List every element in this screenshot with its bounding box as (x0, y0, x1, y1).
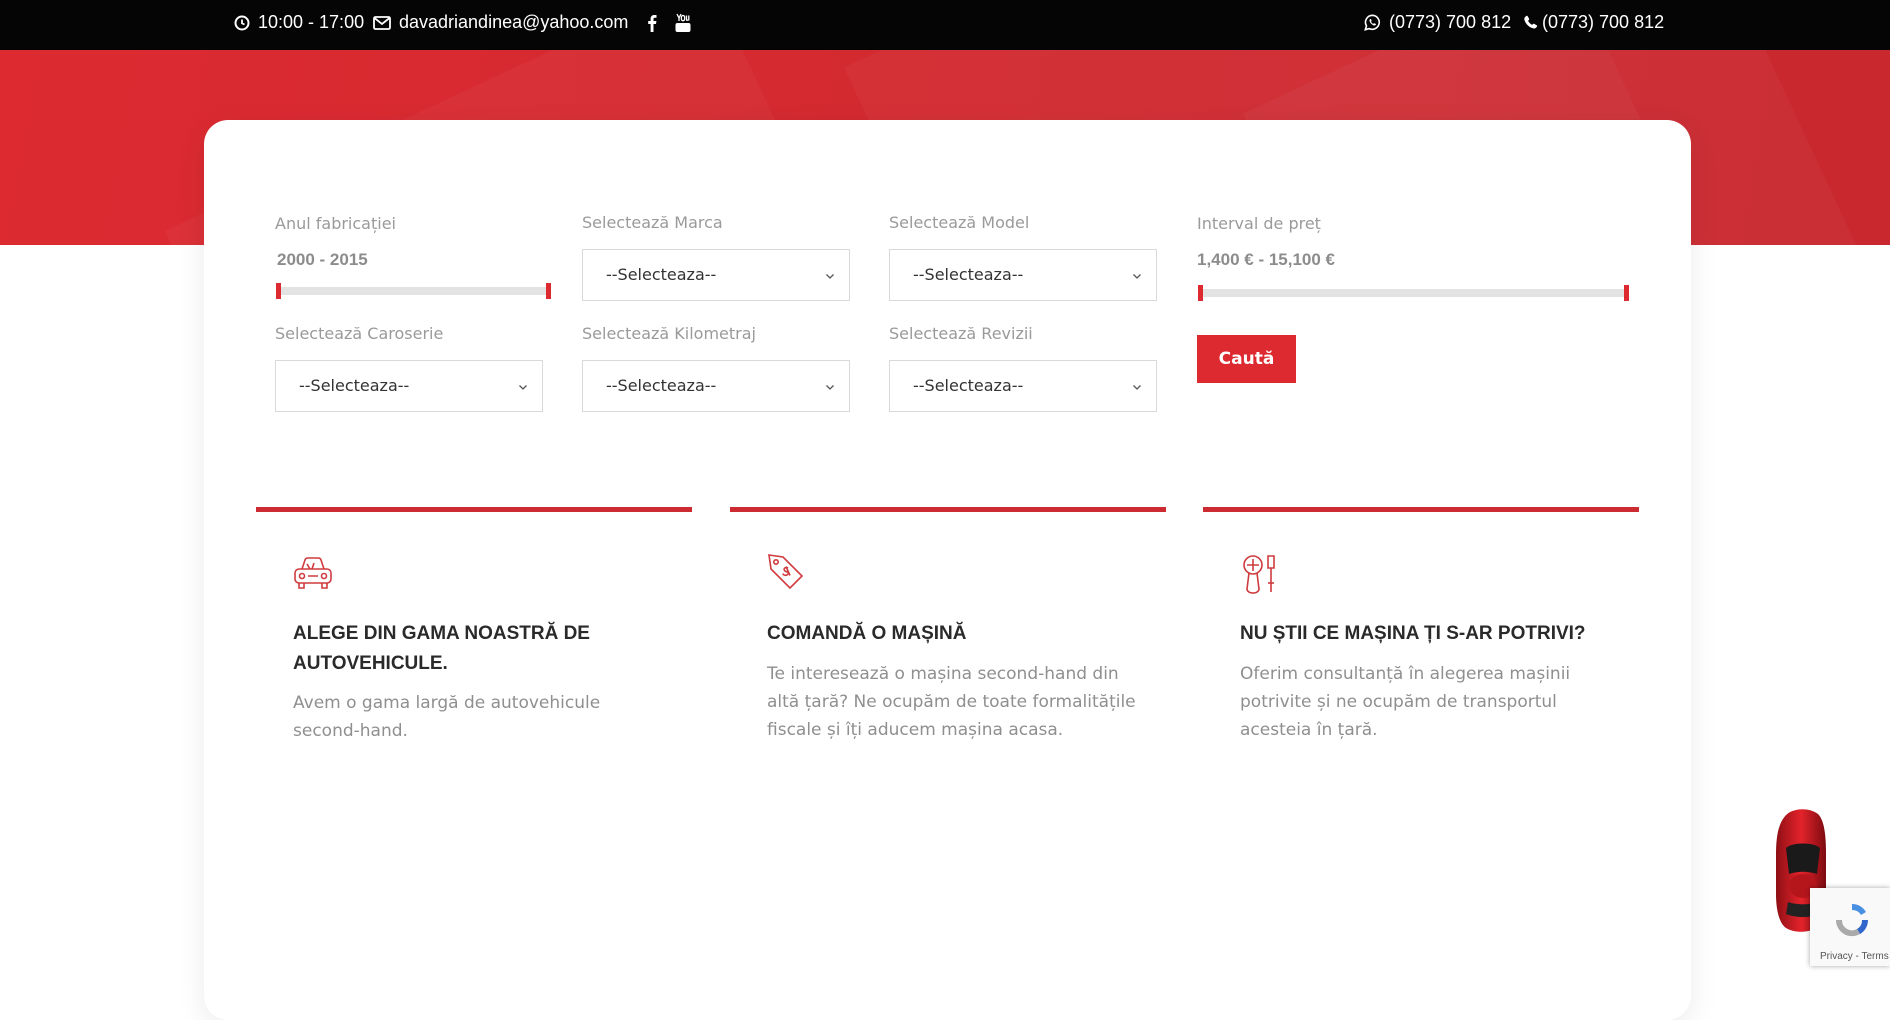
revisions-selected-value: --Selecteaza-- (913, 376, 1024, 395)
feature-title: COMANDĂ O MAȘINĂ (767, 623, 967, 644)
body-select[interactable]: --Selecteaza-- (275, 360, 543, 412)
body-label: Selectează Caroserie (275, 324, 444, 343)
mileage-label: Selectează Kilometraj (582, 324, 756, 343)
chevron-down-icon (518, 377, 528, 396)
price-range-slider[interactable] (1198, 285, 1629, 301)
facebook-link[interactable] (647, 0, 657, 45)
mileage-select[interactable]: --Selecteaza-- (582, 360, 850, 412)
feature-title: ALEGE DIN GAMA NOASTRĂ DE AUTOVEHICULE. (293, 623, 590, 674)
chevron-down-icon (1132, 377, 1142, 396)
envelope-icon (373, 15, 391, 30)
year-max-handle[interactable] (546, 283, 551, 299)
email-link[interactable]: davadriandinea@yahoo.com (373, 0, 628, 45)
feature-text: Avem o gama largă de autovehicule second… (293, 693, 601, 741)
year-range-value: 2000 - 2015 (277, 250, 368, 269)
email-text: davadriandinea@yahoo.com (399, 12, 629, 32)
whatsapp-link[interactable]: (0773) 700 812 (1364, 0, 1511, 45)
brand-label: Selectează Marca (582, 213, 723, 232)
year-min-handle[interactable] (276, 283, 281, 299)
price-tag-icon (766, 552, 806, 597)
tools-icon (1240, 553, 1280, 600)
feature-divider (730, 507, 1166, 512)
youtube-icon (675, 13, 691, 33)
search-card: Anul fabricației 2000 - 2015 Selectează … (204, 120, 1691, 1020)
phone-icon (1523, 15, 1538, 30)
clock-icon (234, 15, 250, 31)
revisions-label: Selectează Revizii (889, 324, 1033, 343)
year-label: Anul fabricației (275, 214, 396, 233)
top-bar: 10:00 - 17:00 davadriandinea@yahoo.com (… (0, 0, 1890, 50)
chevron-down-icon (825, 266, 835, 285)
revisions-select[interactable]: --Selecteaza-- (889, 360, 1157, 412)
opening-hours: 10:00 - 17:00 (234, 0, 364, 45)
mileage-selected-value: --Selecteaza-- (606, 376, 717, 395)
car-icon (293, 555, 333, 598)
brand-selected-value: --Selecteaza-- (606, 265, 717, 284)
chevron-down-icon (825, 377, 835, 396)
search-button[interactable]: Caută (1197, 335, 1296, 383)
model-selected-value: --Selecteaza-- (913, 265, 1024, 284)
recaptcha-terms[interactable]: Privacy - Terms (1820, 951, 1889, 962)
phone-number: (0773) 700 812 (1542, 12, 1665, 32)
chevron-down-icon (1132, 266, 1142, 285)
whatsapp-icon (1364, 14, 1381, 31)
body-selected-value: --Selecteaza-- (299, 376, 410, 395)
phone-link[interactable]: (0773) 700 812 (1523, 0, 1664, 45)
feature-text: Oferim consultanță în alegerea mașinii p… (1240, 664, 1571, 740)
youtube-link[interactable] (675, 0, 691, 45)
price-max-handle[interactable] (1624, 285, 1629, 301)
whatsapp-number: (0773) 700 812 (1389, 12, 1512, 32)
brand-select[interactable]: --Selecteaza-- (582, 249, 850, 301)
recaptcha-icon (1832, 900, 1872, 945)
model-label: Selectează Model (889, 213, 1030, 232)
hours-text: 10:00 - 17:00 (258, 12, 365, 32)
model-select[interactable]: --Selecteaza-- (889, 249, 1157, 301)
price-label: Interval de preț (1197, 214, 1321, 233)
feature-divider (1203, 507, 1639, 512)
year-range-fill (276, 287, 551, 295)
price-min-handle[interactable] (1198, 285, 1203, 301)
year-range-slider[interactable] (276, 283, 551, 299)
price-range-value: 1,400 € - 15,100 € (1197, 250, 1336, 269)
price-range-fill (1198, 289, 1629, 297)
feature-text: Te interesează o mașina second-hand din … (767, 664, 1136, 740)
recaptcha-badge[interactable]: Privacy - Terms (1810, 888, 1890, 966)
feature-title: NU ȘTII CE MAȘINA ȚI S-AR POTRIVI? (1240, 623, 1586, 644)
facebook-icon (647, 14, 657, 32)
feature-divider (256, 507, 692, 512)
